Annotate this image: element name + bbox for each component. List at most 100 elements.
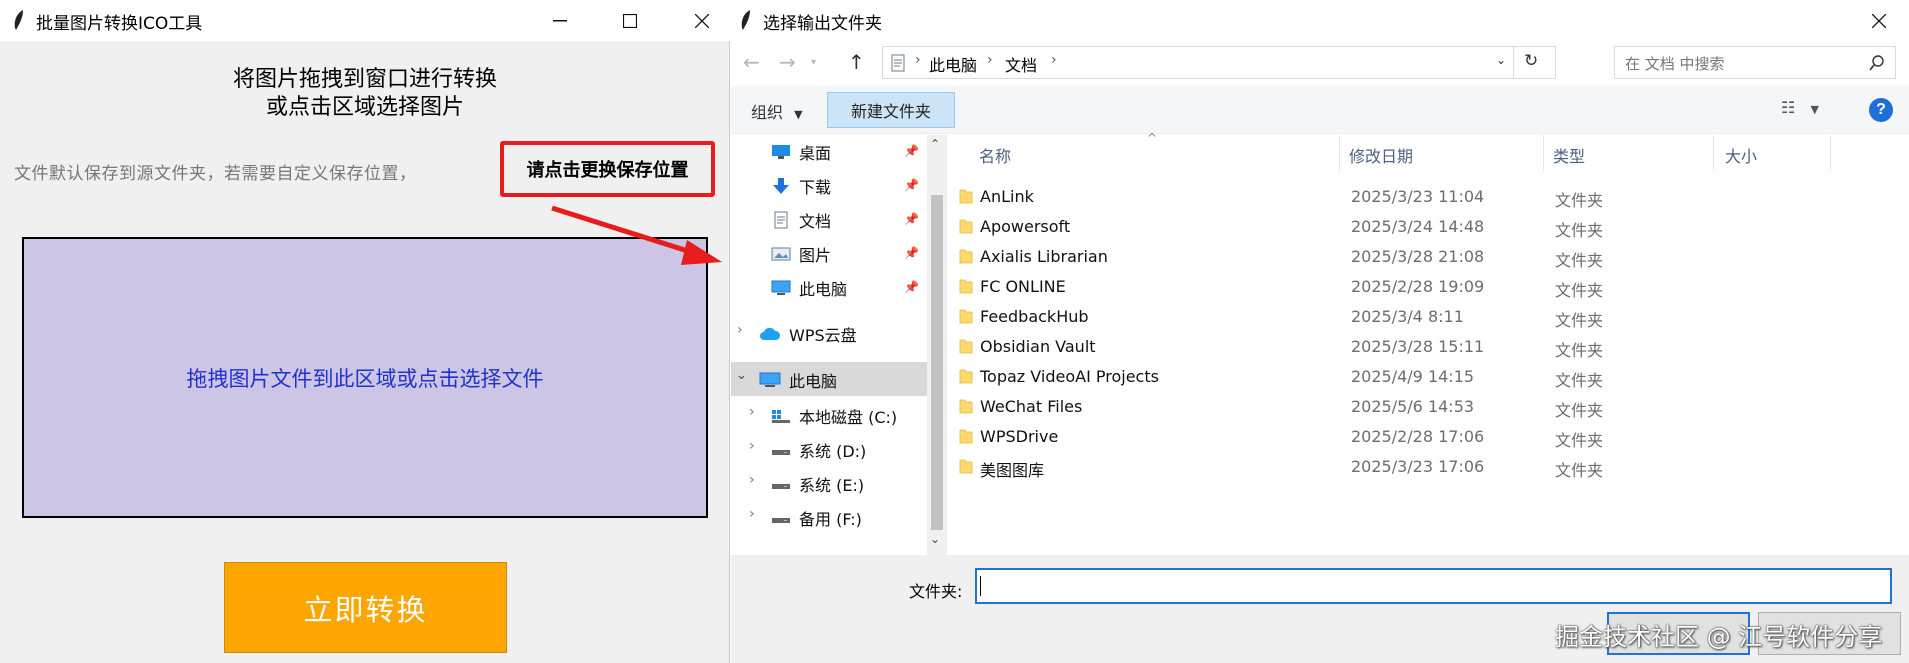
column-divider[interactable] [1830,135,1831,171]
table-row[interactable]: FeedbackHub 2025/3/4 8:11 文件夹 [947,302,1827,332]
expand-chevron-icon[interactable]: › [749,404,755,420]
watermark: 掘金技术社区 @ 江号软件分享 [1555,623,1883,651]
chevron-down-icon: ▼ [1810,103,1819,116]
address-dropdown-icon[interactable]: ⌄ [1496,53,1506,67]
column-header-name[interactable]: 名称 [979,143,1011,167]
table-row[interactable]: AnLink 2025/3/23 11:04 文件夹 [947,182,1827,212]
expand-chevron-icon[interactable]: › [737,322,743,338]
file-date: 2025/3/24 14:48 [1351,217,1485,236]
folder-icon [959,309,973,324]
computer-icon [771,280,791,295]
view-options-button[interactable]: ☷ ▼ [1781,98,1819,117]
table-row[interactable]: 美图图库 2025/3/23 17:06 文件夹 [947,452,1827,482]
column-divider[interactable] [1339,135,1340,171]
column-divider[interactable] [1543,135,1544,171]
file-date: 2025/3/28 15:11 [1351,337,1485,356]
expand-chevron-icon[interactable]: › [749,472,755,488]
nav-item-pictures[interactable]: 图片 [771,242,831,266]
table-row[interactable]: WPSDrive 2025/2/28 17:06 文件夹 [947,422,1827,452]
nav-item-desktop[interactable]: 桌面 [771,140,831,164]
minimize-button[interactable] [532,0,588,41]
file-type: 文件夹 [1555,431,1604,450]
pin-icon: 📌 [904,212,919,226]
back-arrow-icon[interactable]: ← [743,50,760,74]
nav-item-drive-d[interactable]: 系统 (D:) [771,438,866,462]
chevron-down-icon: ▼ [794,108,803,121]
nav-item-this-pc-quick[interactable]: 此电脑 [771,276,847,300]
nav-item-label: 下载 [799,178,832,197]
expand-chevron-icon[interactable]: › [749,438,755,454]
windows-drive-icon [772,410,790,423]
nav-item-drive-f[interactable]: 备用 (F:) [771,506,862,530]
pin-icon: 📌 [904,178,919,192]
folder-picker-dialog: 选择输出文件夹 ← → ▾ ↑ › 此电脑 › 文档 › ⌄ ↻ 在 文档 中搜… [731,0,1909,663]
nav-item-drive-c[interactable]: 本地磁盘 (C:) [771,404,897,428]
table-row[interactable]: WeChat Files 2025/5/6 14:53 文件夹 [947,392,1827,422]
feather-icon [14,10,23,30]
folder-icon [959,219,973,234]
column-header-size[interactable]: 大小 [1725,143,1757,167]
organize-button[interactable]: 组织 ▼ [751,99,803,123]
help-icon[interactable]: ? [1869,98,1893,122]
view-list-icon: ☷ [1781,98,1796,117]
breadcrumb-documents[interactable]: 文档 [1005,52,1037,76]
table-row[interactable]: Topaz VideoAI Projects 2025/4/9 14:15 文件夹 [947,362,1827,392]
folder-icon [959,339,973,354]
file-date: 2025/3/23 17:06 [1351,457,1485,476]
file-name: WeChat Files [980,397,1083,416]
search-input[interactable]: 在 文档 中搜索 [1625,53,1725,74]
table-row[interactable]: Obsidian Vault 2025/3/28 15:11 文件夹 [947,332,1827,362]
new-folder-button[interactable]: 新建文件夹 [827,92,955,128]
nav-item-label: 文档 [799,212,832,231]
breadcrumb-separator-icon: › [915,52,921,68]
drop-zone-label: 拖拽图片文件到此区域或点击选择文件 [186,366,544,391]
column-divider[interactable] [1713,135,1714,171]
search-box[interactable]: 在 文档 中搜索 [1614,46,1896,79]
change-save-location-button[interactable]: 请点击更换保存位置 [500,141,715,197]
computer-icon [759,372,781,387]
folder-icon [959,429,973,444]
nav-scrollbar-thumb[interactable] [931,195,943,530]
drop-zone[interactable]: 拖拽图片文件到此区域或点击选择文件 [22,237,708,518]
file-date: 2025/2/28 19:09 [1351,277,1485,296]
nav-item-wps-cloud[interactable]: WPS云盘 [759,322,857,346]
breadcrumb-this-pc[interactable]: 此电脑 [929,52,977,76]
minimize-icon [553,19,567,21]
column-header-type[interactable]: 类型 [1553,143,1585,167]
file-name: 美图图库 [980,461,1045,480]
feather-icon [741,10,750,30]
folder-input[interactable] [975,568,1892,604]
drive-icon [772,518,790,523]
file-name: Obsidian Vault [980,337,1096,356]
column-header-date[interactable]: 修改日期 [1349,143,1413,167]
dialog-close-button[interactable] [1851,0,1907,41]
address-bar[interactable]: › 此电脑 › 文档 › ⌄ ↻ [882,46,1556,79]
file-type: 文件夹 [1555,281,1604,300]
file-date: 2025/2/28 17:06 [1351,427,1485,446]
text-cursor [980,576,981,596]
close-button[interactable] [674,0,730,41]
forward-arrow-icon[interactable]: → [779,50,796,74]
collapse-chevron-icon[interactable]: ⌄ [736,368,747,383]
scroll-down-icon[interactable]: ⌄ [930,532,940,546]
table-row[interactable]: Apowersoft 2025/3/24 14:48 文件夹 [947,212,1827,242]
recent-dropdown-icon[interactable]: ▾ [811,57,816,68]
nav-item-documents[interactable]: 文档 [771,208,831,232]
file-type: 文件夹 [1555,341,1604,360]
table-row[interactable]: FC ONLINE 2025/2/28 19:09 文件夹 [947,272,1827,302]
nav-item-downloads[interactable]: 下载 [771,174,831,198]
nav-item-drive-e[interactable]: 系统 (E:) [771,472,864,496]
up-arrow-icon[interactable]: ↑ [848,50,865,74]
maximize-button[interactable] [602,0,658,41]
nav-item-this-pc[interactable]: 此电脑 [759,368,837,392]
folder-icon [959,459,973,474]
refresh-icon[interactable]: ↻ [1524,51,1538,71]
table-row[interactable]: Axialis Librarian 2025/3/28 21:08 文件夹 [947,242,1827,272]
maximize-icon [623,13,637,28]
file-type: 文件夹 [1555,221,1604,240]
scroll-up-icon[interactable]: ⌃ [930,137,940,151]
file-type: 文件夹 [1555,401,1604,420]
converter-body: 将图片拖拽到窗口进行转换 或点击区域选择图片 文件默认保存到源文件夹，若需要自定… [0,41,730,663]
expand-chevron-icon[interactable]: › [749,506,755,522]
convert-now-button[interactable]: 立即转换 [224,562,507,653]
